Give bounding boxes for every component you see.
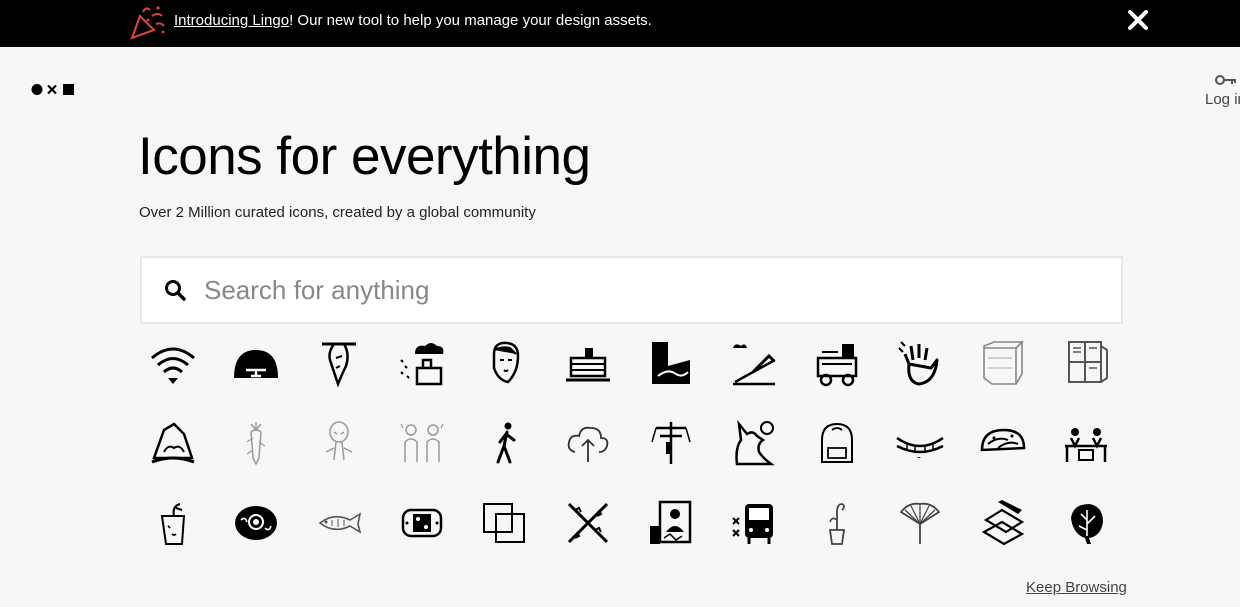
rope-bridge-icon <box>896 436 944 458</box>
login-label: Log in <box>1205 91 1240 108</box>
page-title: Icons for everything <box>138 127 591 186</box>
meeting-icon <box>1065 428 1107 462</box>
lingo-link[interactable]: Introducing Lingo <box>174 12 289 29</box>
icon-tile[interactable] <box>380 333 464 393</box>
crossed-chains-icon <box>567 502 609 544</box>
icon-tile[interactable] <box>546 493 630 553</box>
icon-tile[interactable] <box>297 333 381 393</box>
icon-tile[interactable] <box>214 333 298 393</box>
icon-tile[interactable] <box>795 413 879 473</box>
food-cart-icon <box>816 344 858 387</box>
icon-tile[interactable] <box>463 493 547 553</box>
banner-text: ! Our new tool to help you manage your d… <box>289 12 652 29</box>
icon-tile[interactable] <box>878 493 962 553</box>
banner-message: Introducing Lingo! Our new tool to help … <box>174 12 652 29</box>
potted-plant-icon <box>828 503 846 545</box>
announcement-banner: Introducing Lingo! Our new tool to help … <box>0 0 1240 47</box>
face-sketch-icon <box>492 341 520 384</box>
icon-tile[interactable] <box>795 493 879 553</box>
icon-tile[interactable] <box>878 413 962 473</box>
bandage-icon <box>401 508 443 538</box>
fish-icon <box>318 512 362 534</box>
party-popper-icon <box>130 6 165 40</box>
cell-icon <box>235 506 277 540</box>
icon-tile[interactable] <box>131 333 215 393</box>
icon-tile[interactable] <box>546 413 630 473</box>
icon-tile[interactable] <box>961 493 1045 553</box>
people-talking-icon <box>400 423 444 462</box>
icon-tile[interactable] <box>297 413 381 473</box>
cabinet-icon <box>1068 341 1108 383</box>
key-icon <box>1215 75 1236 85</box>
waving-hand-icon <box>898 341 939 386</box>
icon-tile[interactable] <box>712 493 796 553</box>
cloud-upload-icon <box>567 426 609 462</box>
icon-tile[interactable] <box>131 493 215 553</box>
search-input[interactable] <box>204 268 1084 312</box>
icon-tile[interactable] <box>629 413 713 473</box>
backpack-icon <box>821 422 853 463</box>
monstera-leaf-icon <box>1071 504 1103 544</box>
icon-tile[interactable] <box>961 333 1045 393</box>
site-logo[interactable] <box>31 83 75 96</box>
taco-icon <box>980 428 1026 452</box>
icon-tile[interactable] <box>463 413 547 473</box>
close-icon[interactable] <box>1125 7 1151 33</box>
walking-person-icon <box>496 422 516 464</box>
login-button[interactable]: Log in <box>1205 72 1240 112</box>
campfire-icon <box>151 422 195 464</box>
icon-tile[interactable] <box>1044 413 1128 473</box>
icon-tile[interactable] <box>214 413 298 473</box>
ginkgo-leaf-icon <box>899 502 941 544</box>
icon-tile[interactable] <box>629 333 713 393</box>
bat-icon <box>322 342 356 388</box>
icon-tile[interactable] <box>380 493 464 553</box>
icon-tile[interactable] <box>131 413 215 473</box>
cup-face-icon <box>160 503 186 545</box>
icon-tile[interactable] <box>712 333 796 393</box>
keep-browsing-link[interactable]: Keep Browsing <box>1026 579 1127 596</box>
icon-tile[interactable] <box>629 493 713 553</box>
page-subtitle: Over 2 Million curated icons, created by… <box>139 204 536 221</box>
factory-rain-icon <box>400 343 444 386</box>
pencil-plane-icon <box>733 344 776 386</box>
icon-tile[interactable] <box>712 413 796 473</box>
icon-tile[interactable] <box>1044 333 1128 393</box>
hangar-icon <box>234 350 278 378</box>
search-box <box>140 256 1123 324</box>
search-icon <box>165 280 186 301</box>
presenter-board-icon <box>650 500 692 544</box>
pancakes-icon <box>566 348 610 382</box>
root-vegetable-icon <box>246 422 266 466</box>
icon-tile[interactable] <box>463 333 547 393</box>
icon-tile[interactable] <box>214 493 298 553</box>
power-pole-icon <box>651 422 691 464</box>
icon-tile[interactable] <box>878 333 962 393</box>
icon-tile[interactable] <box>380 413 464 473</box>
wolf-icon <box>735 419 775 466</box>
icon-tile[interactable] <box>961 413 1045 473</box>
bus-icon <box>732 504 773 544</box>
layers-icon <box>981 500 1025 546</box>
icon-tile[interactable] <box>546 333 630 393</box>
alien-icon <box>325 421 353 461</box>
wifi-icon <box>151 347 195 384</box>
cube-box-icon <box>983 340 1024 385</box>
hand-map-icon <box>652 342 690 384</box>
icon-tile[interactable] <box>1044 493 1128 553</box>
icon-tile[interactable] <box>795 333 879 393</box>
overlapping-squares-icon <box>483 503 525 543</box>
icon-tile[interactable] <box>297 493 381 553</box>
